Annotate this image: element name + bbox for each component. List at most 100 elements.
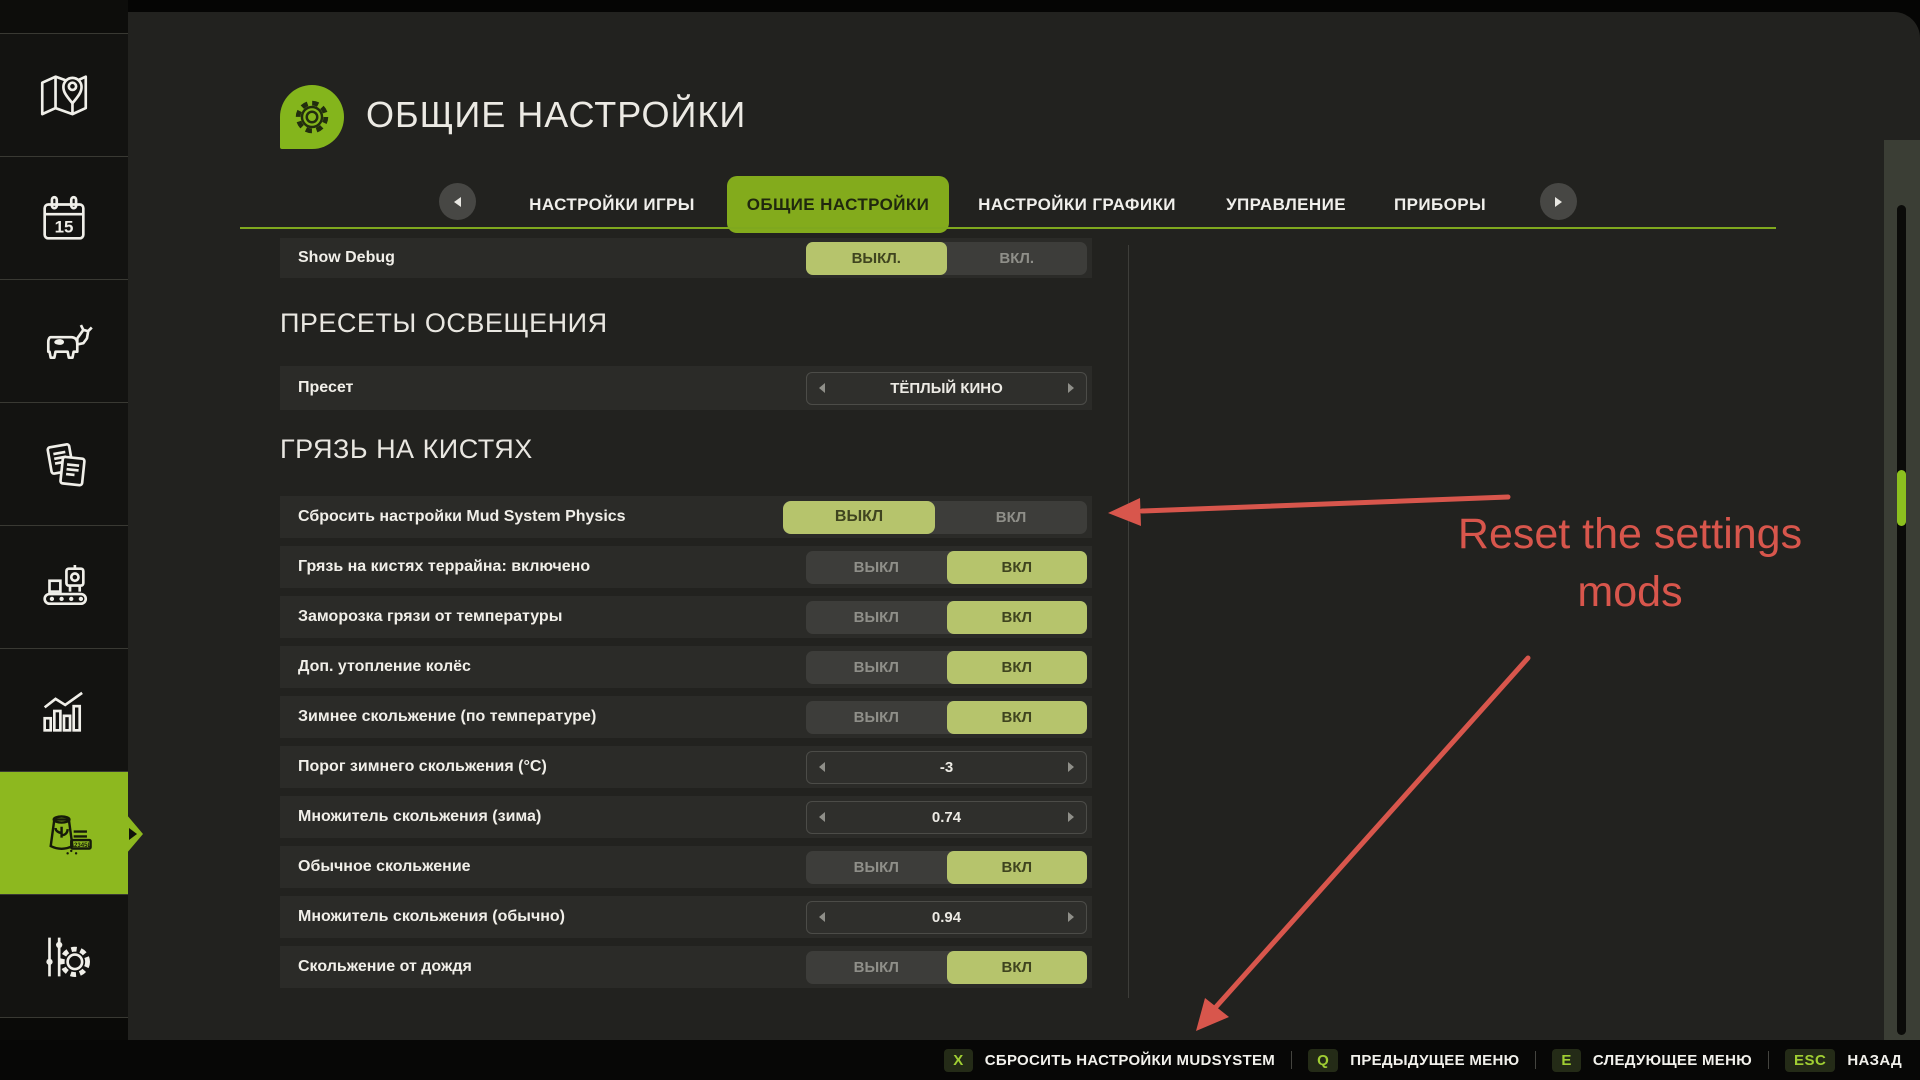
toggle-on[interactable]: ВЫКЛВКЛ [806, 701, 1087, 734]
bottom-bar-separator [1535, 1051, 1536, 1069]
production-icon [35, 559, 93, 617]
selector-value: ТЁПЛЫЙ КИНО [825, 380, 1068, 397]
action-label: СЛЕДУЮЩЕЕ МЕНЮ [1593, 1052, 1752, 1069]
gear-icon [291, 96, 333, 138]
sidebar-item-statistics[interactable] [0, 648, 128, 772]
toggle-off-option[interactable]: ВЫКЛ [806, 701, 947, 734]
action-q[interactable]: Q ПРЕДЫДУЩЕЕ МЕНЮ [1308, 1049, 1519, 1072]
toggle-on[interactable]: ВЫКЛВКЛ [806, 551, 1087, 584]
settings-row-label: Множитель скольжения (зима) [298, 808, 541, 826]
toggle-off[interactable]: ВЫКЛ.ВКЛ. [806, 242, 1087, 275]
value-selector[interactable]: 0.94 [806, 901, 1087, 934]
tab-3[interactable]: НАСТРОЙКИ ГРАФИКИ [979, 176, 1175, 233]
scrollbar-track[interactable] [1897, 205, 1906, 1035]
tab-2[interactable]: ОБЩИЕ НАСТРОЙКИ [727, 176, 949, 233]
sidebar-item-mud-system[interactable]: 12345L [0, 771, 128, 895]
settings-row-label: Пресет [298, 379, 353, 397]
selector-next-icon[interactable] [1068, 762, 1074, 772]
tab-4[interactable]: УПРАВЛЕНИЕ [1228, 176, 1344, 233]
toggle-off[interactable]: ВЫКЛВКЛ [783, 501, 1087, 534]
action-label: СБРОСИТЬ НАСТРОЙКИ MUDSYSTEM [985, 1052, 1275, 1069]
toggle-off-option[interactable]: ВЫКЛ. [806, 242, 947, 275]
section-header: ПРЕСЕТЫ ОСВЕЩЕНИЯ [280, 308, 608, 339]
action-label: ПРЕДЫДУЩЕЕ МЕНЮ [1350, 1052, 1519, 1069]
page-title-badge [280, 85, 344, 149]
selector-value: 0.74 [825, 809, 1068, 826]
map-pin-icon [35, 67, 93, 125]
action-e[interactable]: E СЛЕДУЮЩЕЕ МЕНЮ [1552, 1049, 1752, 1072]
settings-row-label: Грязь на кистях террайна: включено [298, 558, 590, 576]
toggle-on-option[interactable]: ВКЛ [947, 601, 1088, 634]
key-badge-x: X [944, 1049, 973, 1072]
action-label: НАЗАД [1847, 1052, 1902, 1069]
bottom-action-bar: X СБРОСИТЬ НАСТРОЙКИ MUDSYSTEM Q ПРЕДЫДУЩЕЕ… [0, 1040, 1920, 1080]
settings-row-label: Обычное скольжение [298, 858, 471, 876]
sidebar-item-production[interactable] [0, 525, 128, 649]
sliders-gear-icon [35, 928, 93, 986]
chevron-right-icon [1555, 197, 1562, 207]
section-header: ГРЯЗЬ НА КИСТЯХ [280, 434, 533, 465]
action-esc[interactable]: ESC НАЗАД [1785, 1049, 1902, 1072]
key-badge-e: E [1552, 1049, 1581, 1072]
toggle-on-option[interactable]: ВКЛ [947, 551, 1088, 584]
action-x[interactable]: X СБРОСИТЬ НАСТРОЙКИ MUDSYSTEM [944, 1049, 1275, 1072]
cow-icon [35, 313, 93, 371]
settings-row-label: Сбросить настройки Mud System Physics [298, 508, 626, 526]
sidebar-item-contracts[interactable] [0, 402, 128, 526]
sidebar-item-animals[interactable] [0, 279, 128, 403]
page-title: ОБЩИЕ НАСТРОЙКИ [366, 94, 746, 136]
toggle-on-option[interactable]: ВКЛ [947, 851, 1088, 884]
key-badge-q: Q [1308, 1049, 1338, 1072]
toggle-on[interactable]: ВЫКЛВКЛ [806, 601, 1087, 634]
chevron-left-icon [454, 197, 461, 207]
bottom-bar-separator [1768, 1051, 1769, 1069]
key-badge-esc: ESC [1785, 1049, 1835, 1072]
toggle-on[interactable]: ВЫКЛВКЛ [806, 951, 1087, 984]
toggle-off-option[interactable]: ВЫКЛ [806, 851, 947, 884]
selector-next-icon[interactable] [1068, 912, 1074, 922]
tab-1[interactable]: НАСТРОЙКИ ИГРЫ [527, 176, 697, 233]
sidebar-item-calendar[interactable]: 15 [0, 156, 128, 280]
calendar-icon: 15 [35, 190, 93, 248]
selector-next-icon[interactable] [1068, 383, 1074, 393]
sidebar-item-map[interactable] [0, 33, 128, 157]
tabs-underline [240, 227, 1776, 229]
selector-next-icon[interactable] [1068, 812, 1074, 822]
bar-chart-icon [35, 682, 93, 740]
value-selector[interactable]: -3 [806, 751, 1087, 784]
toggle-on-option[interactable]: ВКЛ. [947, 242, 1088, 275]
settings-row-label: Множитель скольжения (обычно) [298, 908, 565, 926]
toggle-off-option[interactable]: ВЫКЛ [806, 651, 947, 684]
settings-row-label: Порог зимнего скольжения (°C) [298, 758, 547, 776]
toggle-on-option[interactable]: ВКЛ [935, 501, 1087, 534]
sidebar-item-settings[interactable] [0, 894, 128, 1018]
seed-bag-icon: 12345L [35, 805, 93, 863]
settings-screen: 15 [0, 0, 1920, 1080]
seed-bag-tag-label: 12345L [71, 842, 92, 848]
calendar-day-label: 15 [55, 217, 74, 236]
value-selector[interactable]: 0.74 [806, 801, 1087, 834]
settings-row-label: Заморозка грязи от температуры [298, 608, 562, 626]
sidebar: 15 [0, 0, 128, 1080]
tab-5[interactable]: ПРИБОРЫ [1393, 176, 1487, 233]
documents-icon [35, 436, 93, 494]
toggle-off-option[interactable]: ВЫКЛ [783, 501, 935, 534]
scrollbar-thumb[interactable] [1897, 470, 1906, 526]
toggle-on-option[interactable]: ВКЛ [947, 701, 1088, 734]
toggle-on[interactable]: ВЫКЛВКЛ [806, 851, 1087, 884]
toggle-off-option[interactable]: ВЫКЛ [806, 601, 947, 634]
settings-row-label: Скольжение от дождя [298, 958, 472, 976]
toggle-on[interactable]: ВЫКЛВКЛ [806, 651, 1087, 684]
toggle-off-option[interactable]: ВЫКЛ [806, 551, 947, 584]
tabs-next-button[interactable] [1540, 183, 1577, 220]
settings-row-label: Show Debug [298, 249, 395, 267]
toggle-off-option[interactable]: ВЫКЛ [806, 951, 947, 984]
value-selector[interactable]: ТЁПЛЫЙ КИНО [806, 372, 1087, 405]
settings-row-label: Зимнее скольжение (по температуре) [298, 708, 596, 726]
selector-value: 0.94 [825, 909, 1068, 926]
toggle-on-option[interactable]: ВКЛ [947, 951, 1088, 984]
toggle-on-option[interactable]: ВКЛ [947, 651, 1088, 684]
settings-row-label: Доп. утопление колёс [298, 658, 471, 676]
content-divider [1128, 245, 1129, 998]
tabs-prev-button[interactable] [439, 183, 476, 220]
